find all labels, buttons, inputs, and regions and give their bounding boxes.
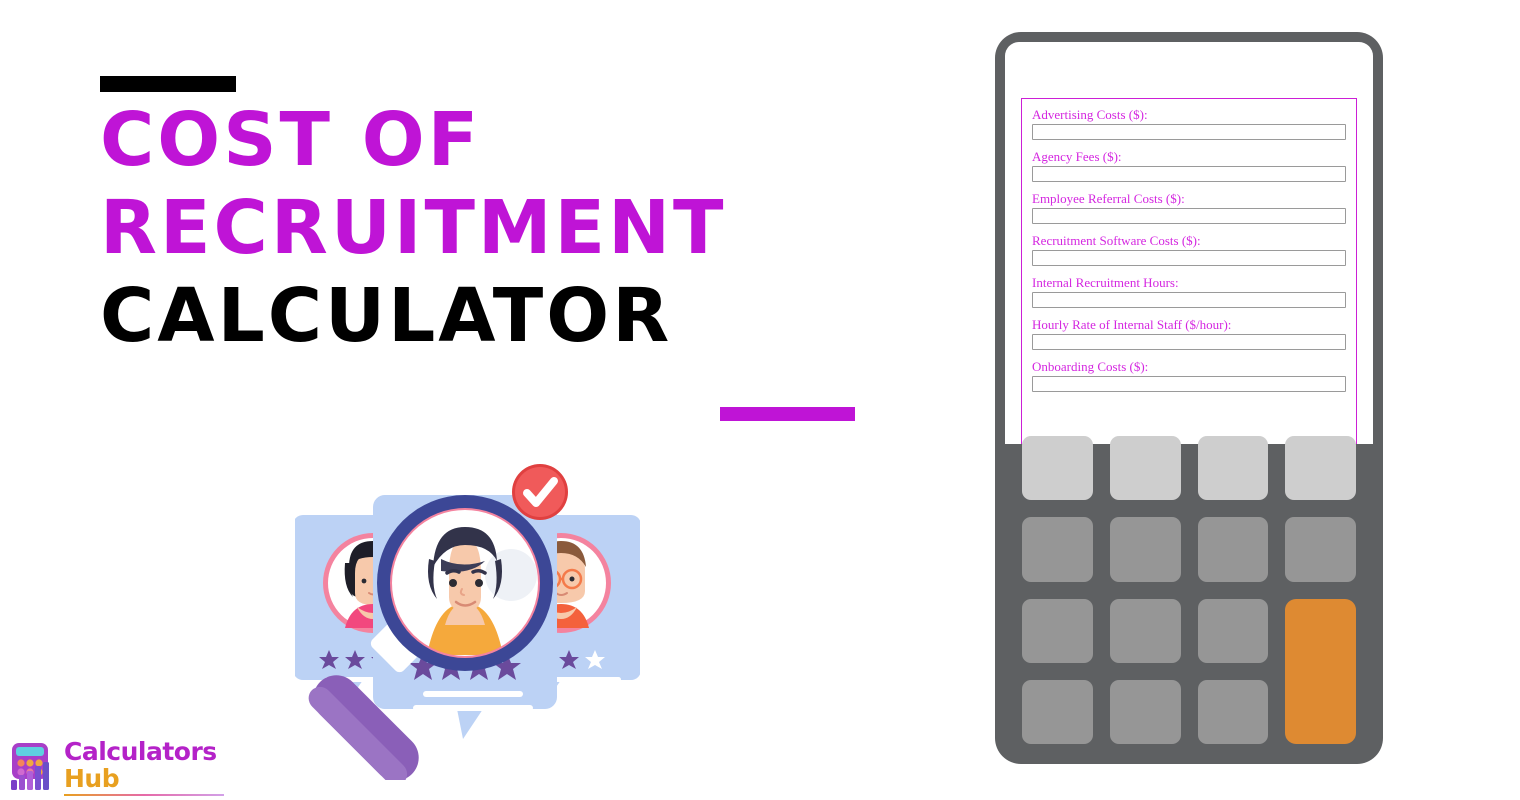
title-line-1: Cost of (100, 97, 482, 183)
logo-word-hub: Hub (64, 764, 120, 793)
input-advertising-costs[interactable] (1032, 124, 1346, 140)
label-agency-fees: Agency Fees ($): (1032, 149, 1122, 164)
label-onboarding-costs: Onboarding Costs ($): (1032, 359, 1149, 374)
input-recruitment-software-costs[interactable] (1032, 250, 1346, 266)
label-recruitment-software-costs: Recruitment Software Costs ($): (1032, 233, 1201, 248)
calculator-keypad (1022, 436, 1356, 744)
calculators-hub-logo[interactable]: Calculators Hub (8, 738, 224, 796)
calculator-key-9[interactable] (1022, 598, 1093, 663)
accent-bar-top (100, 76, 236, 92)
field-onboarding-costs: Onboarding Costs ($): (1032, 359, 1346, 392)
logo-underline (64, 794, 224, 796)
calculator-key-6[interactable] (1109, 517, 1181, 582)
calculator-key-11[interactable] (1197, 598, 1269, 663)
input-hourly-rate-internal-staff[interactable] (1032, 334, 1346, 350)
page-title: Cost of Recruitment Calculator (100, 96, 920, 360)
label-hourly-rate-internal-staff: Hourly Rate of Internal Staff ($/hour): (1032, 317, 1232, 332)
candidate-search-illustration (295, 455, 640, 780)
input-employee-referral-costs[interactable] (1032, 208, 1346, 224)
calculator-key-14[interactable] (1197, 679, 1269, 744)
calculator-key-4[interactable] (1285, 436, 1356, 501)
calculator-key-equals[interactable] (1285, 598, 1356, 744)
calculator-key-3[interactable] (1197, 436, 1269, 501)
input-internal-recruitment-hours[interactable] (1032, 292, 1346, 308)
calculator-key-10[interactable] (1109, 598, 1181, 663)
calculator-bar-chart-icon (8, 740, 60, 792)
logo-word-calculators: Calculators (64, 737, 217, 766)
calculator-key-2[interactable] (1109, 436, 1181, 501)
calculator-key-8[interactable] (1285, 517, 1356, 582)
hero-section: Cost of Recruitment Calculator (0, 0, 960, 800)
calculator-key-7[interactable] (1197, 517, 1269, 582)
label-advertising-costs: Advertising Costs ($): (1032, 107, 1148, 122)
accent-bar-bottom (720, 407, 855, 421)
calculator-key-13[interactable] (1109, 679, 1181, 744)
field-advertising-costs: Advertising Costs ($): (1032, 107, 1346, 140)
calculator-key-1[interactable] (1022, 436, 1093, 501)
input-onboarding-costs[interactable] (1032, 376, 1346, 392)
title-line-2: Recruitment (100, 185, 727, 271)
cost-of-recruitment-form: Advertising Costs ($): Agency Fees ($): … (1021, 98, 1357, 444)
input-agency-fees[interactable] (1032, 166, 1346, 182)
calculator-key-12[interactable] (1022, 679, 1093, 744)
check-circle-badge (512, 464, 568, 520)
magnifier-lens (377, 495, 553, 671)
calculator-screen: Advertising Costs ($): Agency Fees ($): … (1005, 42, 1373, 444)
field-recruitment-software-costs: Recruitment Software Costs ($): (1032, 233, 1346, 266)
title-line-3: Calculator (100, 273, 673, 359)
calculator-widget: Advertising Costs ($): Agency Fees ($): … (995, 32, 1383, 764)
field-hourly-rate-internal-staff: Hourly Rate of Internal Staff ($/hour): (1032, 317, 1346, 350)
label-employee-referral-costs: Employee Referral Costs ($): (1032, 191, 1185, 206)
label-internal-recruitment-hours: Internal Recruitment Hours: (1032, 275, 1179, 290)
field-internal-recruitment-hours: Internal Recruitment Hours: (1032, 275, 1346, 308)
field-employee-referral-costs: Employee Referral Costs ($): (1032, 191, 1346, 224)
logo-wordmark: Calculators Hub (64, 738, 217, 792)
calculator-key-5[interactable] (1022, 517, 1093, 582)
field-agency-fees: Agency Fees ($): (1032, 149, 1346, 182)
